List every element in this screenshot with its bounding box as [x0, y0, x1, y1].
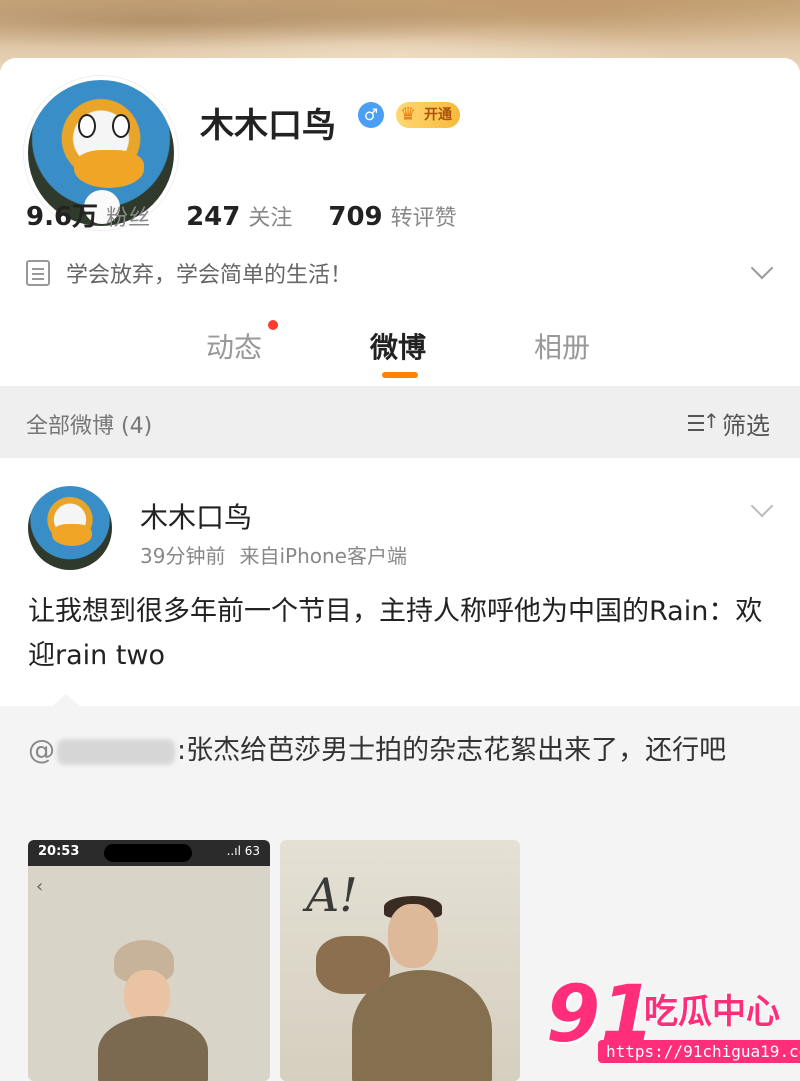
- stat-value: 9.6万: [26, 202, 99, 232]
- tab-album[interactable]: 相册: [534, 326, 590, 366]
- avatar-eye: [112, 114, 130, 138]
- photo-face: [388, 904, 438, 968]
- tab-dynamics[interactable]: 动态: [206, 326, 262, 366]
- male-gender-icon: ♂: [358, 102, 384, 128]
- profile-tabs: 动态 微博 相册: [0, 320, 800, 380]
- profile-stats: 9.6万 粉丝 247 关注 709 转评赞: [26, 196, 457, 233]
- watermark-text: 吃瓜中心: [644, 992, 780, 1032]
- stat-label: 粉丝: [106, 206, 151, 231]
- bio-text: 学会放弃，学会简单的生活！: [66, 263, 353, 288]
- active-tab-indicator: [382, 372, 418, 378]
- repost-text-line: @ :张杰给芭莎男士拍的杂志花絮出来了，还行吧: [28, 728, 768, 774]
- chevron-down-icon[interactable]: [750, 256, 774, 280]
- filter-button-label: 筛选: [722, 412, 770, 440]
- mention-at: @: [28, 735, 55, 766]
- vip-label: 开通: [424, 107, 452, 123]
- filter-button[interactable]: 筛选: [688, 406, 770, 441]
- vip-badge[interactable]: ♛ 开通: [396, 102, 460, 128]
- profile-name: 木木口鸟: [200, 106, 336, 146]
- stat-following[interactable]: 247 关注: [186, 200, 292, 232]
- stat-value: 709: [328, 202, 383, 232]
- post-author-avatar[interactable]: [28, 486, 112, 570]
- photo-hat: [316, 936, 390, 994]
- repost-text: :张杰给芭莎男士拍的杂志花絮出来了，还行吧: [177, 735, 727, 766]
- stat-fans[interactable]: 9.6万 粉丝: [26, 196, 150, 233]
- stat-label: 关注: [248, 206, 293, 231]
- bio-row[interactable]: 学会放弃，学会简单的生活！: [26, 256, 776, 288]
- phone-status-time: 20:53: [38, 844, 80, 859]
- photo-overlay-text: A!: [306, 868, 358, 922]
- post-text: 让我想到很多年前一个节目，主持人称呼他为中国的Rain：欢迎rain two: [28, 596, 763, 671]
- crown-icon: ♛: [400, 104, 417, 125]
- post-menu-chevron-icon[interactable]: [750, 494, 774, 518]
- post-meta: 39分钟前 来自iPhone客户端: [140, 540, 407, 569]
- document-icon: [26, 260, 50, 286]
- notification-dot: [268, 320, 278, 330]
- phone-status-icons: ..ıl 63: [226, 844, 260, 858]
- blurred-username: [57, 738, 175, 765]
- stat-value: 247: [186, 202, 241, 232]
- repost-image-2[interactable]: A!: [280, 840, 520, 1081]
- all-posts-count[interactable]: 全部微博 (4): [26, 408, 152, 440]
- sort-filter-icon: [688, 409, 720, 436]
- stat-label: 转评赞: [390, 206, 457, 231]
- back-arrow-icon: ‹: [36, 876, 44, 897]
- repost-image-1[interactable]: 20:53 ..ıl 63 ‹: [28, 840, 270, 1081]
- avatar-beak: [52, 524, 92, 546]
- site-watermark: 91 吃瓜中心 https://91chigua19.com: [546, 970, 800, 1072]
- stat-interactions[interactable]: 709 转评赞: [328, 200, 456, 232]
- photo-body: [98, 1016, 208, 1081]
- post-source: 来自iPhone客户端: [239, 544, 407, 568]
- post-author-name[interactable]: 木木口鸟: [140, 496, 252, 536]
- dynamic-island: [104, 844, 192, 862]
- avatar-eye: [78, 114, 96, 138]
- avatar-beak: [74, 150, 144, 188]
- repost-notch: [52, 694, 80, 706]
- watermark-url: https://91chigua19.com: [598, 1040, 800, 1063]
- profile-card: 木木口鸟 ♂ ♛ 开通 9.6万 粉丝 247 关注 709 转评赞 学会放弃，学会简…: [0, 58, 800, 386]
- tab-weibo[interactable]: 微博: [370, 326, 426, 366]
- photo-face: [124, 970, 170, 1022]
- post-time: 39分钟前: [140, 544, 226, 568]
- filter-bar: 全部微博 (4) 筛选: [0, 386, 800, 458]
